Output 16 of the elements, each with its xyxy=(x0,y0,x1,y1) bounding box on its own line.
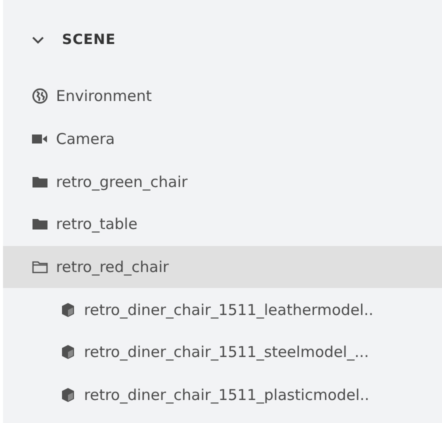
cube-icon xyxy=(60,387,76,404)
tree-item[interactable]: retro_green_chair xyxy=(3,160,442,204)
tree-item[interactable]: retro_diner_chair_1511_leathermodel.. xyxy=(3,288,442,332)
tree-item[interactable]: retro_table xyxy=(3,203,442,246)
folder-icon xyxy=(32,216,48,232)
cube-icon xyxy=(60,302,76,318)
chevron-icon[interactable] xyxy=(32,36,44,44)
tree-item[interactable]: retro_red_chair xyxy=(3,246,442,288)
section-title: SCENE xyxy=(62,32,116,48)
cube-icon xyxy=(60,344,76,360)
folder-icon xyxy=(32,259,48,276)
tree-item[interactable]: retro_diner_chair_1511_steelmodel_... xyxy=(3,331,442,374)
globe-icon xyxy=(32,88,48,104)
tree-item[interactable]: Camera xyxy=(3,118,442,160)
tree-item[interactable]: Environment xyxy=(3,75,442,118)
tree-item[interactable]: retro_diner_chair_1511_plasticmodel.. xyxy=(3,374,442,416)
